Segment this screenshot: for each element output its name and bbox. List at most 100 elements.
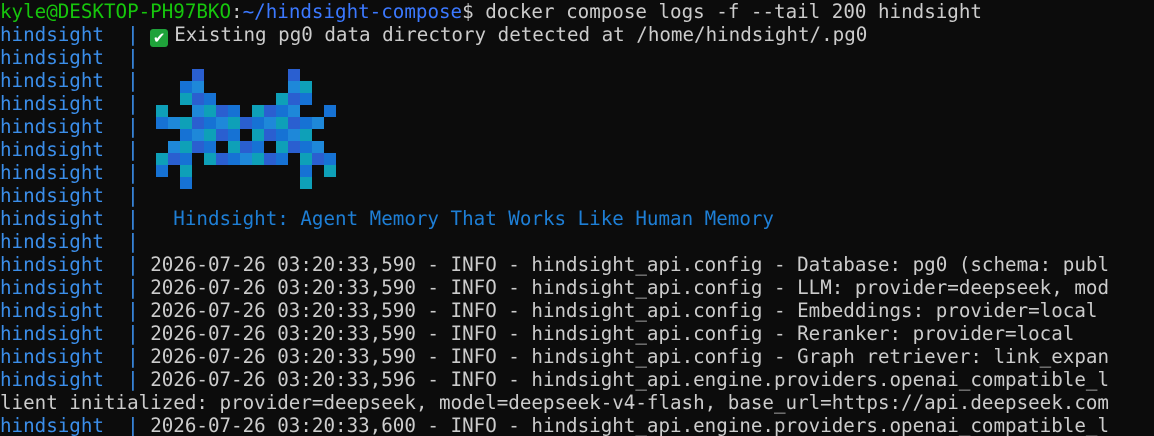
- logo-pixel: [300, 81, 312, 93]
- service-prefix: hindsight |: [0, 92, 151, 115]
- prompt-line: kyle@DESKTOP-PH97BKO:~/hindsight-compose…: [0, 0, 982, 23]
- logo-pixel: [288, 69, 300, 81]
- logo-pixel: [312, 153, 324, 165]
- logo-pixel: [192, 117, 204, 129]
- service-prefix: hindsight |: [0, 115, 151, 138]
- logo-pixel: [216, 153, 228, 165]
- log-line: hindsight |: [0, 69, 150, 92]
- logo-pixel: [204, 153, 216, 165]
- logo-pixel: [204, 93, 216, 105]
- logo-pixel: [264, 105, 276, 117]
- logo-pixel: [192, 69, 204, 81]
- logo-pixel: [180, 165, 192, 177]
- logo-pixel: [192, 129, 204, 141]
- service-prefix: hindsight |: [0, 230, 151, 253]
- logo-pixel: [180, 177, 192, 189]
- logo-pixel: [216, 105, 228, 117]
- logo-pixel: [276, 117, 288, 129]
- logo-pixel: [276, 153, 288, 165]
- logo-pixel: [288, 81, 300, 93]
- logo-pixel: [324, 165, 336, 177]
- log-line: hindsight | 2026-07-26 03:20:33,590 - IN…: [0, 299, 1097, 322]
- log-line: hindsight | 2026-07-26 03:20:33,596 - IN…: [0, 368, 1109, 391]
- service-prefix: hindsight |: [0, 276, 151, 299]
- logo-pixel: [168, 117, 180, 129]
- logo-pixel: [276, 93, 288, 105]
- logo-pixel: [192, 81, 204, 93]
- hindsight-logo: [156, 69, 336, 189]
- log-line: hindsight | Hindsight: Agent Memory That…: [0, 207, 774, 230]
- logo-pixel: [180, 129, 192, 141]
- prompt-user-host: kyle@DESKTOP-PH97BKO: [0, 0, 232, 23]
- log-text: 2026-07-26 03:20:33,590 - INFO - hindsig…: [150, 276, 1109, 299]
- logo-pixel: [300, 129, 312, 141]
- banner-text: Hindsight: Agent Memory That Works Like …: [150, 207, 774, 230]
- service-prefix: hindsight |: [0, 161, 151, 184]
- log-line: hindsight |: [0, 161, 150, 184]
- terminal-window[interactable]: kyle@DESKTOP-PH97BKO:~/hindsight-compose…: [0, 0, 1154, 436]
- logo-pixel: [204, 105, 216, 117]
- logo-pixel: [156, 105, 168, 117]
- log-text: 2026-07-26 03:20:33,600 - INFO - hindsig…: [150, 414, 1109, 436]
- logo-pixel: [240, 117, 252, 129]
- logo-pixel: [180, 153, 192, 165]
- logo-pixel: [240, 141, 252, 153]
- logo-pixel: [288, 129, 300, 141]
- logo-pixel: [228, 129, 240, 141]
- logo-pixel: [312, 141, 324, 153]
- log-text: 2026-07-26 03:20:33,590 - INFO - hindsig…: [150, 299, 1098, 322]
- logo-pixel: [276, 105, 288, 117]
- prompt-dollar: $: [462, 0, 474, 23]
- prompt-command: docker compose logs -f --tail 200 hindsi…: [473, 0, 982, 23]
- log-text: Existing pg0 data directory detected at …: [174, 23, 868, 46]
- logo-pixel: [324, 153, 336, 165]
- logo-pixel: [180, 93, 192, 105]
- service-prefix: hindsight |: [0, 345, 151, 368]
- logo-pixel: [252, 141, 264, 153]
- logo-pixel: [300, 141, 312, 153]
- log-text: 2026-07-26 03:20:33,590 - INFO - hindsig…: [150, 345, 1109, 368]
- prompt-path: ~/hindsight-compose: [242, 0, 463, 23]
- log-line: lient initialized: provider=deepseek, mo…: [0, 391, 1109, 414]
- log-line: hindsight | 2026-07-26 03:20:33,600 - IN…: [0, 414, 1109, 436]
- service-prefix: hindsight |: [0, 368, 151, 391]
- logo-pixel: [300, 177, 312, 189]
- check-mark-icon: ✔: [150, 29, 169, 47]
- logo-pixel: [276, 129, 288, 141]
- logo-pixel: [288, 141, 300, 153]
- log-text: 2026-07-26 03:20:33,596 - INFO - hindsig…: [150, 368, 1109, 391]
- log-line: hindsight | 2026-07-26 03:20:33,590 - IN…: [0, 276, 1109, 299]
- service-prefix: hindsight |: [0, 23, 151, 46]
- logo-pixel: [264, 117, 276, 129]
- logo-pixel: [204, 129, 216, 141]
- prompt-separator: :: [231, 0, 243, 23]
- logo-pixel: [228, 117, 240, 129]
- log-text: lient initialized: provider=deepseek, mo…: [0, 391, 1109, 414]
- logo-pixel: [240, 153, 252, 165]
- logo-pixel: [228, 105, 240, 117]
- logo-pixel: [312, 117, 324, 129]
- logo-pixel: [228, 141, 240, 153]
- log-line: hindsight |: [0, 92, 150, 115]
- logo-pixel: [252, 129, 264, 141]
- log-line: hindsight | 2026-07-26 03:20:33,590 - IN…: [0, 253, 1109, 276]
- log-line: hindsight |: [0, 138, 150, 161]
- service-prefix: hindsight |: [0, 414, 151, 436]
- logo-pixel: [276, 141, 288, 153]
- logo-pixel: [252, 153, 264, 165]
- log-line: hindsight | 2026-07-26 03:20:33,590 - IN…: [0, 322, 1074, 345]
- logo-pixel: [156, 165, 168, 177]
- log-line: hindsight |: [0, 115, 150, 138]
- log-line: hindsight |: [0, 230, 150, 253]
- logo-pixel: [156, 117, 168, 129]
- log-line: hindsight |: [0, 46, 150, 69]
- service-prefix: hindsight |: [0, 322, 151, 345]
- service-prefix: hindsight |: [0, 46, 151, 69]
- logo-pixel: [252, 105, 264, 117]
- logo-pixel: [192, 105, 204, 117]
- logo-pixel: [288, 105, 300, 117]
- logo-pixel: [264, 129, 276, 141]
- logo-pixel: [192, 141, 204, 153]
- logo-pixel: [252, 117, 264, 129]
- logo-pixel: [300, 153, 312, 165]
